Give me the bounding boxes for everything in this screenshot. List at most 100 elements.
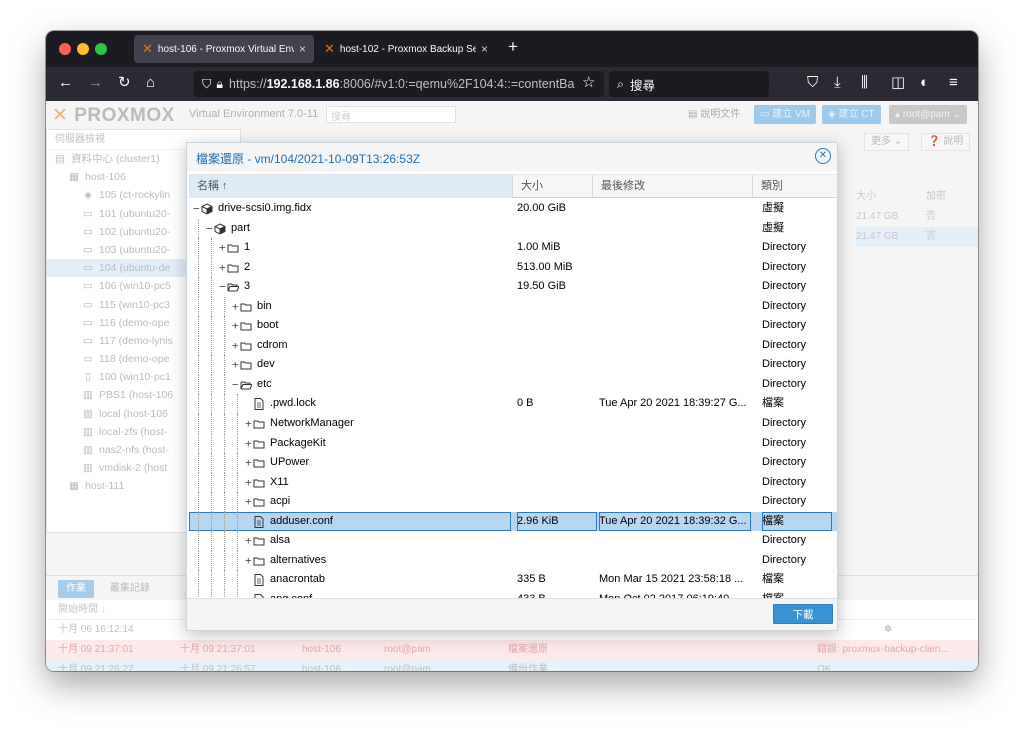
forward-icon[interactable]: → <box>88 74 103 92</box>
menu-icon[interactable]: ≡ <box>949 74 958 92</box>
vm-icon: ▭ <box>83 280 93 293</box>
sidebar-icon[interactable]: ◫ <box>891 74 905 92</box>
expand-icon[interactable]: + <box>219 258 226 278</box>
back-icon[interactable]: ← <box>58 74 73 92</box>
create-ct-button[interactable]: ◈ 建立 CT <box>822 105 881 124</box>
expand-icon[interactable]: + <box>232 316 239 336</box>
collapse-icon[interactable]: − <box>206 219 213 239</box>
file-row[interactable]: +1 1.00 MiB Directory <box>189 238 837 258</box>
modified-cell <box>599 531 751 551</box>
file-row[interactable]: + cdrom Directory <box>189 335 837 356</box>
folder-icon <box>253 535 265 547</box>
column-modified[interactable]: 最後修改 <box>593 175 753 198</box>
file-row[interactable]: + UPower Directory <box>189 453 837 473</box>
task-description: 檔案還原 <box>508 644 548 655</box>
file-row[interactable]: + X11 Directory <box>189 472 837 493</box>
file-row[interactable]: + dev Directory <box>189 355 837 375</box>
minimize-window-button[interactable] <box>77 43 89 55</box>
expand-icon[interactable]: + <box>245 414 252 434</box>
task-row[interactable]: 十月 09 21:37:01 十月 09 21:37:01 host-106 r… <box>46 640 978 660</box>
file-row[interactable]: + alsa Directory <box>189 531 837 551</box>
file-name: adduser.conf <box>270 514 333 527</box>
table-row[interactable]: 21.47 GB 否 <box>856 207 978 227</box>
size-cell: 21.47 GB <box>856 231 899 242</box>
file-row[interactable]: anacrontab 335 B Mon Mar 15 2021 23:58:18 … <box>189 570 837 590</box>
expand-icon[interactable]: + <box>232 355 239 375</box>
file-row[interactable]: + NetworkManager Directory <box>189 414 837 434</box>
column-name[interactable]: 名稱 ↑ <box>189 175 513 198</box>
expand-icon[interactable]: + <box>245 551 252 571</box>
tab-close-icon[interactable]: × <box>481 42 488 56</box>
file-row[interactable]: − etc Directory <box>189 374 837 395</box>
file-row[interactable]: .pwd.lock 0 B Tue Apr 20 2021 18:39:27 G..… <box>189 394 837 415</box>
file-row[interactable]: − part 虛擬 <box>189 218 837 239</box>
file-row[interactable]: + bin Directory <box>189 296 837 317</box>
table-row[interactable]: 21.47 GB 否 <box>856 227 978 247</box>
tab-tasks[interactable]: 作業 <box>58 580 94 598</box>
tree-node-label: 100 (win10-pc1 <box>99 371 171 384</box>
browser-tab-pbs[interactable]: ✕ host-102 - Proxmox Backup Ser × <box>316 35 496 63</box>
tree-guide-line <box>198 414 199 434</box>
tab-close-icon[interactable]: × <box>299 42 306 56</box>
expand-icon[interactable]: + <box>245 531 252 551</box>
download-icon[interactable]: ⤓ <box>834 74 841 92</box>
task-end: 十月 09 21:37:01 <box>180 644 256 655</box>
tree-guide-line <box>211 531 212 551</box>
browser-search-field[interactable]: ⌕ 搜尋 <box>609 71 769 97</box>
folder-icon <box>253 438 265 450</box>
pocket-icon[interactable]: ⛉ <box>807 74 818 92</box>
expand-icon[interactable]: + <box>245 492 252 512</box>
user-menu-button[interactable]: ▴ root@pam ⌄ <box>889 105 967 124</box>
expand-icon[interactable]: + <box>232 297 239 317</box>
tab-cluster-log[interactable]: 叢集記錄 <box>102 580 158 598</box>
create-vm-button[interactable]: ▭ 建立 VM <box>754 105 817 124</box>
tree-guide-line <box>224 570 225 590</box>
modified-cell: Tue Apr 20 2021 18:39:32 G... <box>599 511 751 532</box>
storage-icon: ▥ <box>83 444 93 456</box>
download-button[interactable]: 下載 <box>773 604 833 624</box>
url-bar[interactable]: ⛉ 🔒︎ https://192.168.1.86:8006/#v1:0:=qe… <box>194 71 604 97</box>
collapse-icon[interactable]: − <box>232 375 239 395</box>
file-row[interactable]: +2 513.00 MiB Directory <box>189 257 837 278</box>
lock-icon[interactable]: 🔒︎ <box>216 77 223 92</box>
new-tab-button[interactable]: + <box>508 37 518 57</box>
close-icon[interactable]: ✕ <box>815 148 831 164</box>
expand-icon[interactable]: + <box>245 434 252 454</box>
size-cell <box>517 336 597 356</box>
browser-tab-pve[interactable]: ✕ host-106 - Proxmox Virtual Envi × <box>134 35 314 63</box>
task-row[interactable]: 十月 09 21:26:27 十月 09 21:26:57 host-106 r… <box>46 660 978 671</box>
shield-icon[interactable]: ⛉ <box>202 77 211 92</box>
expand-icon[interactable]: + <box>245 453 252 473</box>
file-row[interactable]: + acpi Directory <box>189 492 837 512</box>
expand-icon[interactable]: + <box>245 473 252 493</box>
tree-guide-line <box>198 355 199 375</box>
zoom-window-button[interactable] <box>95 43 107 55</box>
account-icon[interactable]: ◐ <box>920 74 929 92</box>
pve-search-input[interactable]: 搜尋 <box>326 106 456 123</box>
dialog-title: 檔案還原 - vm/104/2021-10-09T13:26:53Z <box>196 152 421 166</box>
documentation-button[interactable]: ▤ 說明文件 <box>682 105 746 124</box>
url-host: 192.168.1.86 <box>266 77 340 91</box>
file-row[interactable]: + PackageKit Directory <box>189 433 837 454</box>
reload-icon[interactable]: ↻ <box>118 74 131 92</box>
column-size[interactable]: 大小 <box>513 175 593 198</box>
collapse-icon[interactable]: − <box>193 199 200 219</box>
modified-cell <box>599 277 751 297</box>
tree-guide-line <box>224 316 225 336</box>
star-icon[interactable]: ☆ <box>582 74 595 92</box>
file-row[interactable]: − drive-scsi0.img.fidx 20.00 GiB 虛擬 <box>189 199 837 219</box>
expand-icon[interactable]: + <box>219 238 226 258</box>
close-window-button[interactable] <box>59 43 71 55</box>
file-row[interactable]: adduser.conf 2.96 KiB Tue Apr 20 2021 18:3… <box>189 511 837 532</box>
file-row[interactable]: −3 19.50 GiB Directory <box>189 277 837 297</box>
library-icon[interactable]: ⫼ <box>861 74 868 92</box>
tree-guide-line <box>211 550 212 571</box>
expand-icon[interactable]: + <box>232 336 239 356</box>
column-type[interactable]: 類別 <box>753 175 837 198</box>
more-button[interactable]: 更多 ⌄ <box>864 133 910 151</box>
collapse-icon[interactable]: − <box>219 277 226 297</box>
home-icon[interactable]: ⌂ <box>146 74 155 92</box>
file-row[interactable]: + boot Directory <box>189 316 837 336</box>
file-row[interactable]: + alternatives Directory <box>189 550 837 571</box>
help-button[interactable]: ❓ 說明 <box>921 133 971 151</box>
